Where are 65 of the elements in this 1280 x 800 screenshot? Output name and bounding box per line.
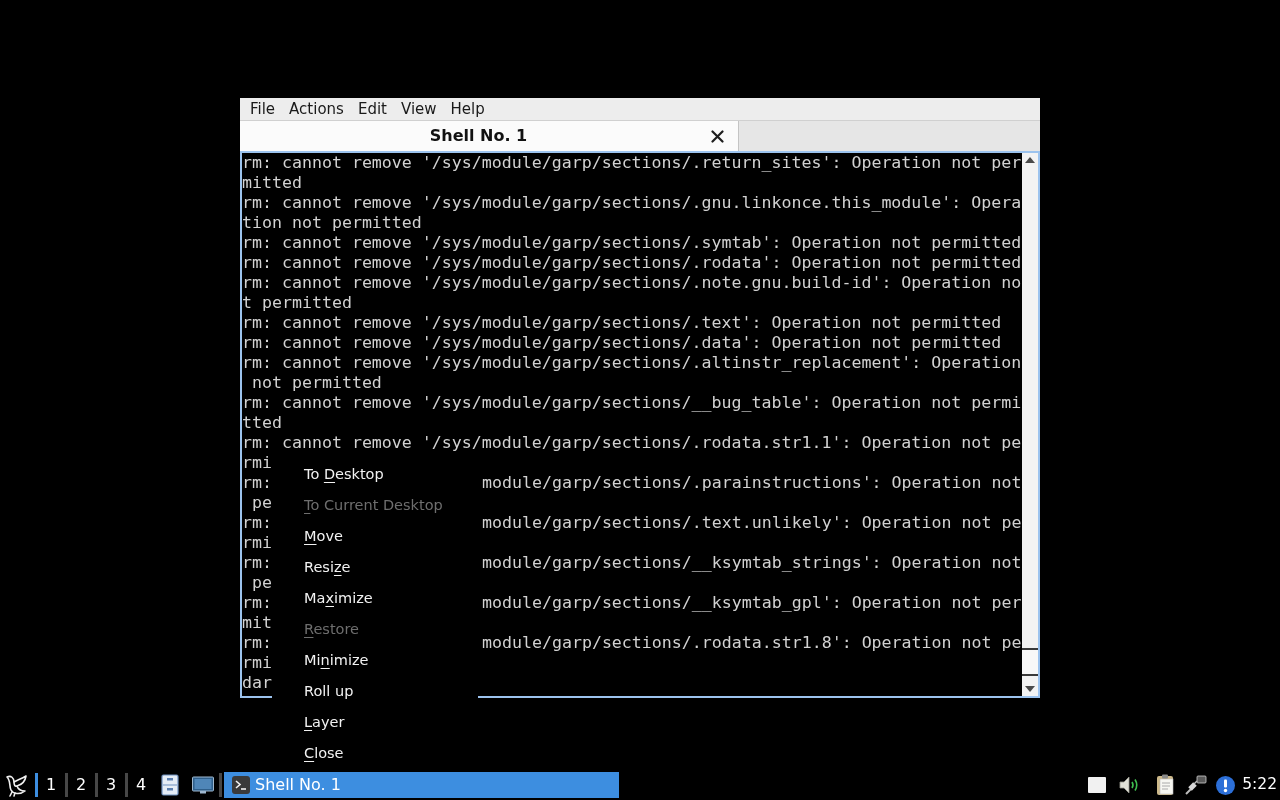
terminal-line: rm: cannot remove '/sys/module/garp/sections/.text': Operation not permitted xyxy=(242,313,1002,333)
speaker-icon[interactable] xyxy=(1119,775,1140,795)
terminal-line: rmi xyxy=(242,533,272,553)
menu-item[interactable]: File xyxy=(243,99,283,119)
terminal-line: pe xyxy=(251,493,272,513)
menu-item[interactable]: Layer xyxy=(272,707,478,738)
terminal-line: rm: cannot remove '/sys/module/garp/sections/__bug_table': Operation not permi xyxy=(242,393,1022,413)
terminal-line: rm: cannot remove '/sys/module/garp/sections/.symtab': Operation not permitted xyxy=(242,233,1022,253)
menu-item[interactable]: Maximize xyxy=(272,583,478,614)
terminal-line: module/garp/sections/.rodata.str1.8': Operation not pe xyxy=(482,633,1022,653)
menu-item[interactable]: Help xyxy=(443,99,492,119)
terminal-line: rm: cannot remove '/sys/module/garp/sections/.rodata': Operation not permitted xyxy=(242,253,1022,273)
terminal-icon xyxy=(232,776,250,794)
scrollbar[interactable] xyxy=(1022,153,1038,696)
workspace-button[interactable]: 1 xyxy=(35,773,65,797)
terminal-line: rm: xyxy=(242,593,272,613)
terminal-line: pe xyxy=(251,573,272,593)
cable-icon[interactable] xyxy=(1185,775,1208,795)
terminal-line: rmi xyxy=(242,453,272,473)
terminal-line: rmi xyxy=(242,653,272,673)
terminal-line: not permitted xyxy=(251,373,382,393)
workspace-button[interactable]: 3 xyxy=(95,773,125,797)
terminal-line: module/garp/sections/.parainstructions': Operation not xyxy=(482,473,1022,493)
up-arrow-icon[interactable] xyxy=(1025,157,1035,163)
terminal-line: module/garp/sections/.text.unlikely': Operation not pe xyxy=(482,513,1022,533)
file-cabinet-icon[interactable] xyxy=(161,774,179,796)
workspace-button[interactable]: 4 xyxy=(125,773,155,797)
terminal-line: dar xyxy=(242,673,272,693)
menu-item[interactable]: To Desktop xyxy=(272,459,478,490)
terminal-line: rm: cannot remove '/sys/module/garp/sections/.gnu.linkonce.this_module': Opera xyxy=(242,193,1022,213)
menu-item[interactable]: View xyxy=(393,99,444,119)
menu-item[interactable]: Close xyxy=(272,738,478,769)
menu-item[interactable]: Edit xyxy=(350,99,394,119)
scrollbar-thumb[interactable] xyxy=(1022,648,1038,676)
clock[interactable]: 5:22 xyxy=(1242,773,1277,797)
close-icon[interactable] xyxy=(711,129,724,143)
terminal-line: rm: cannot remove '/sys/module/garp/sections/.return_sites': Operation not per xyxy=(242,153,1022,173)
terminal-line: rm: cannot remove '/sys/module/garp/sections/.note.gnu.build-id': Operation no xyxy=(242,273,1022,293)
bird-icon[interactable] xyxy=(4,772,30,798)
terminal-line: rm: cannot remove '/sys/module/garp/sections/.rodata.str1.1': Operation not pe xyxy=(242,433,1022,453)
terminal-line: module/garp/sections/__ksymtab_gpl': Operation not per xyxy=(482,593,1022,613)
menu-item[interactable]: Resize xyxy=(272,552,478,583)
terminal-line: tion not permitted xyxy=(242,213,422,233)
alert-icon[interactable] xyxy=(1216,775,1236,795)
menu-item[interactable]: Move xyxy=(272,521,478,552)
terminal-line: module/garp/sections/__ksymtab_strings': Operation not xyxy=(482,553,1022,573)
monitor-icon[interactable] xyxy=(192,776,214,794)
rectangle-icon[interactable] xyxy=(1088,777,1107,793)
terminal-line: rm: xyxy=(242,553,272,573)
terminal-line: mit xyxy=(242,613,272,633)
down-arrow-icon[interactable] xyxy=(1025,686,1035,692)
terminal-line: mitted xyxy=(242,173,302,193)
menu-item[interactable]: Roll up xyxy=(272,676,478,707)
terminal-line: rm: xyxy=(242,473,272,493)
terminal-line: rm: cannot remove '/sys/module/garp/sections/.data': Operation not permitted xyxy=(242,333,1002,353)
menu-item[interactable]: Minimize xyxy=(272,645,478,676)
terminal-line: tted xyxy=(242,413,282,433)
terminal-line: rm: xyxy=(242,513,272,533)
terminal-line: rm: xyxy=(242,633,272,653)
tab[interactable]: Shell No. 1 xyxy=(240,121,739,151)
terminal-line: rm: cannot remove '/sys/module/garp/sections/.altinstr_replacement': Operation xyxy=(242,353,1022,373)
workspace-button[interactable]: 2 xyxy=(65,773,95,797)
clipboard-icon[interactable] xyxy=(1156,774,1177,796)
menu-item[interactable]: Actions xyxy=(282,99,351,119)
terminal-line: t permitted xyxy=(242,293,352,313)
